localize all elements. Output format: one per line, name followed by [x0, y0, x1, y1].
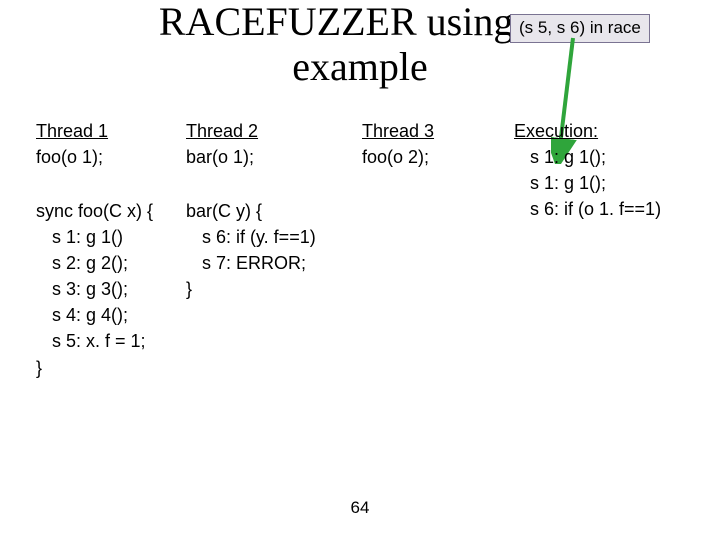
foo-sig: sync foo(C x) {	[36, 198, 176, 224]
exec-step-3: s 6: if (o 1. f==1)	[514, 196, 714, 222]
exec-step-1: s 1: g 1();	[514, 144, 714, 170]
race-badge: (s 5, s 6) in race	[510, 14, 650, 43]
execution-block: Execution: s 1: g 1(); s 1: g 1(); s 6: …	[514, 118, 714, 222]
thread3-block: Thread 3 foo(o 2);	[362, 118, 492, 170]
bar-sig: bar(C y) {	[186, 198, 386, 224]
thread2-call: bar(o 1);	[186, 144, 376, 170]
slide: RACEFUZZER using an example (s 5, s 6) i…	[0, 0, 720, 540]
title-line2: example	[292, 44, 428, 89]
bar-close: }	[186, 276, 386, 302]
bar-s6: s 6: if (y. f==1)	[186, 224, 386, 250]
page-number: 64	[0, 498, 720, 518]
foo-s2: s 2: g 2();	[36, 250, 176, 276]
execution-heading: Execution:	[514, 118, 714, 144]
bar-s7: s 7: ERROR;	[186, 250, 386, 276]
foo-s3: s 3: g 3();	[36, 276, 176, 302]
thread1-call: foo(o 1);	[36, 144, 186, 170]
foo-body: sync foo(C x) { s 1: g 1() s 2: g 2(); s…	[36, 198, 176, 381]
foo-s4: s 4: g 4();	[36, 302, 176, 328]
thread3-call: foo(o 2);	[362, 144, 492, 170]
thread1-block: Thread 1 foo(o 1);	[36, 118, 186, 170]
thread2-heading: Thread 2	[186, 118, 376, 144]
thread2-block: Thread 2 bar(o 1);	[186, 118, 376, 170]
thread3-heading: Thread 3	[362, 118, 492, 144]
thread1-heading: Thread 1	[36, 118, 186, 144]
bar-body: bar(C y) { s 6: if (y. f==1) s 7: ERROR;…	[186, 198, 386, 302]
foo-s1: s 1: g 1()	[36, 224, 176, 250]
exec-step-2: s 1: g 1();	[514, 170, 714, 196]
foo-close: }	[36, 355, 176, 381]
title-line1: RACEFUZZER using an	[159, 0, 561, 44]
foo-s5: s 5: x. f = 1;	[36, 328, 176, 354]
